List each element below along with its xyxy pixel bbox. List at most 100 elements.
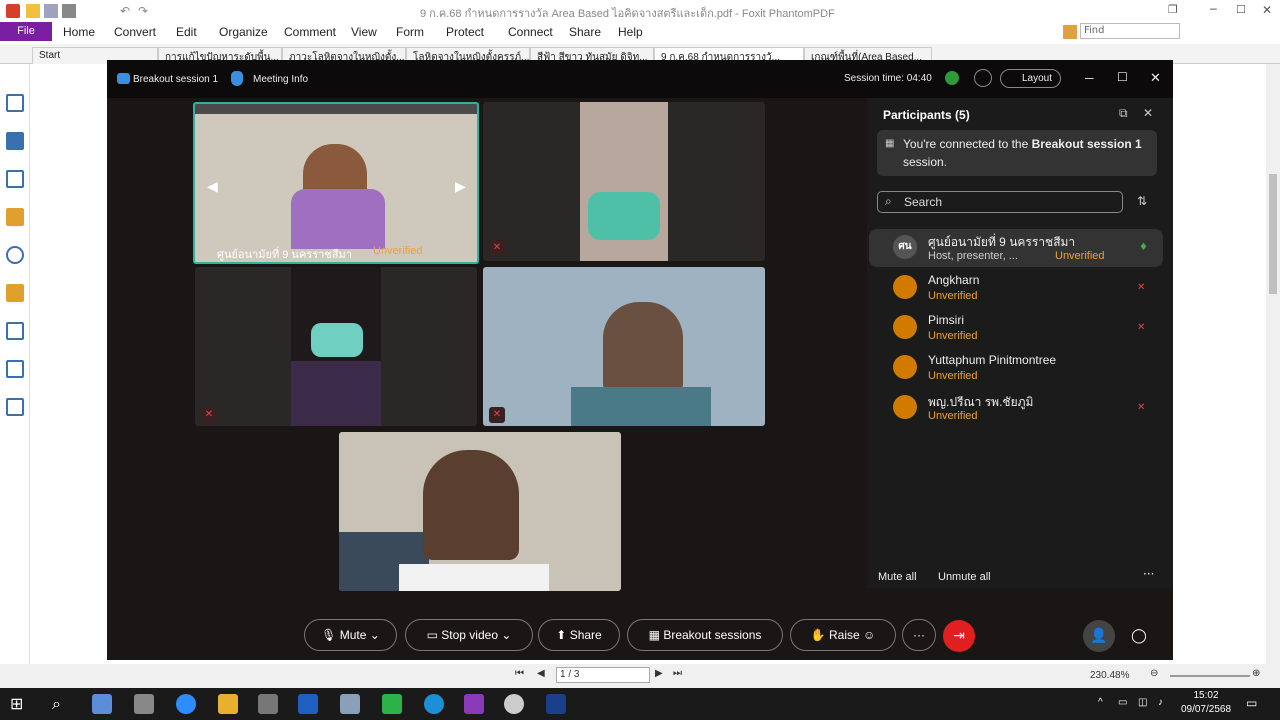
- video-tile-5[interactable]: [339, 432, 621, 591]
- face-mask: [588, 192, 660, 240]
- participant-row[interactable]: Angkharn Unverified ✕: [867, 269, 1163, 307]
- notification-icon[interactable]: ▭: [1246, 696, 1257, 710]
- mic-off-icon: ✕: [489, 407, 505, 423]
- chat-icon[interactable]: ◯: [1123, 620, 1155, 652]
- menu-comment[interactable]: Comment: [284, 25, 336, 39]
- zoom-out-icon[interactable]: ⊖: [1150, 668, 1158, 679]
- pages-icon[interactable]: [6, 132, 24, 150]
- participants-panel: Participants (5) ⧉ ✕ ▦ You're connected …: [867, 98, 1173, 588]
- pdf-app-icon[interactable]: [464, 694, 484, 714]
- zoom-top-bar: Breakout session 1 Meeting Info Session …: [107, 60, 1173, 98]
- document-icon[interactable]: [6, 322, 24, 340]
- leave-icon[interactable]: ⇥: [943, 620, 975, 652]
- first-page-icon[interactable]: ⏮: [515, 668, 524, 679]
- menu-organize[interactable]: Organize: [219, 25, 268, 39]
- find-icon: [1063, 25, 1077, 39]
- zoom-in-icon[interactable]: ⊕: [1252, 668, 1260, 679]
- minimize-icon[interactable]: ─: [1210, 3, 1224, 17]
- menu-share[interactable]: Share: [569, 25, 601, 39]
- find-input[interactable]: Find: [1080, 23, 1180, 39]
- video-tile-host[interactable]: ◀ ▶ ศูนย์อนามัยที่ 9 นครราชสีมา Unverifi…: [193, 102, 479, 264]
- avatar: ศน: [893, 235, 917, 259]
- line-icon[interactable]: [382, 694, 402, 714]
- menu-edit[interactable]: Edit: [176, 25, 197, 39]
- participant-row[interactable]: Yuttaphum Pinitmontree Unverified: [867, 349, 1163, 387]
- maximize-icon[interactable]: ☐: [1117, 70, 1128, 84]
- volume-icon[interactable]: ♪: [1158, 697, 1163, 708]
- participant-status: Unverified: [928, 370, 978, 382]
- prev-arrow-icon[interactable]: ◀: [207, 179, 218, 195]
- save-icon[interactable]: [44, 4, 58, 18]
- webex-icon[interactable]: [298, 694, 318, 714]
- attachment-icon[interactable]: [6, 246, 24, 264]
- participants-icon[interactable]: 👤: [1083, 620, 1115, 652]
- camera-app-icon[interactable]: [134, 694, 154, 714]
- stop-video-button[interactable]: ▭ Stop video ⌄: [405, 619, 533, 651]
- menu-home[interactable]: Home: [63, 25, 95, 39]
- undo-icon[interactable]: ↶: [120, 4, 134, 18]
- scroll-thumb[interactable]: [1269, 174, 1277, 294]
- search-input[interactable]: Search: [877, 191, 1123, 213]
- menu-help[interactable]: Help: [618, 25, 643, 39]
- network-icon: ◫: [1138, 697, 1148, 708]
- share-button[interactable]: ⬆ Share: [538, 619, 620, 651]
- zoom-in-icon[interactable]: [974, 69, 992, 87]
- video-tile-2[interactable]: ✕: [483, 102, 765, 261]
- more-icon[interactable]: ···: [1143, 567, 1154, 581]
- restore-icon[interactable]: ❐: [1168, 3, 1182, 17]
- popout-icon[interactable]: ⧉: [1119, 106, 1128, 121]
- app-icon[interactable]: [504, 694, 524, 714]
- vertical-scrollbar[interactable]: [1266, 64, 1280, 664]
- security-icon[interactable]: [6, 284, 24, 302]
- next-arrow-icon[interactable]: ▶: [455, 179, 466, 195]
- unmute-all-button[interactable]: Unmute all: [938, 571, 991, 583]
- zoom-slider[interactable]: [1170, 675, 1250, 677]
- form-icon[interactable]: [6, 360, 24, 378]
- camera-icon[interactable]: [258, 694, 278, 714]
- print-icon[interactable]: [62, 4, 76, 18]
- mic-off-icon: ✕: [1137, 402, 1146, 413]
- video-tile-3[interactable]: ✕: [195, 267, 477, 426]
- mute-all-button[interactable]: Mute all: [878, 571, 917, 583]
- search-icon[interactable]: ⌕: [52, 694, 61, 714]
- close-icon[interactable]: ✕: [1150, 70, 1161, 86]
- signature-icon[interactable]: [6, 398, 24, 416]
- sort-icon[interactable]: ⇅: [1137, 194, 1147, 208]
- clock-date: 09/07/2568: [1180, 704, 1232, 715]
- notes-icon[interactable]: [340, 694, 360, 714]
- open-icon[interactable]: [26, 4, 40, 18]
- participant-row[interactable]: พญ.ปรีณา รพ.ชัยภูมิ Unverified ✕: [867, 389, 1163, 427]
- menu-view[interactable]: View: [351, 25, 377, 39]
- maximize-icon[interactable]: ☐: [1236, 3, 1250, 17]
- participant-row[interactable]: ศน ศูนย์อนามัยที่ 9 นครราชสีมา Host, pre…: [869, 229, 1163, 267]
- word-icon[interactable]: [546, 694, 566, 714]
- comments-icon[interactable]: [6, 208, 24, 226]
- minimize-icon[interactable]: ─: [1085, 71, 1094, 85]
- close-panel-icon[interactable]: ✕: [1143, 106, 1153, 120]
- participant-row[interactable]: Pimsiri Unverified ✕: [867, 309, 1163, 347]
- windows-start-icon[interactable]: ⊞: [10, 694, 23, 713]
- raise-button[interactable]: ✋ Raise ☺: [790, 619, 896, 651]
- menu-convert[interactable]: Convert: [114, 25, 156, 39]
- edge-icon[interactable]: [424, 694, 444, 714]
- file-explorer-icon[interactable]: [218, 694, 238, 714]
- zoom-app-icon[interactable]: [176, 694, 196, 714]
- last-page-icon[interactable]: ⏭: [673, 668, 682, 679]
- meeting-info-button[interactable]: Meeting Info: [253, 74, 308, 85]
- close-icon[interactable]: ✕: [1262, 3, 1276, 17]
- next-page-icon[interactable]: ▶: [655, 668, 663, 679]
- prev-page-icon[interactable]: ◀: [537, 668, 545, 679]
- file-menu[interactable]: File: [0, 22, 52, 41]
- menu-protect[interactable]: Protect: [446, 25, 484, 39]
- mute-button[interactable]: 🎙 Mute ⌄: [304, 619, 397, 651]
- redo-icon[interactable]: ↷: [138, 4, 152, 18]
- layers-icon[interactable]: [6, 170, 24, 188]
- breakout-sessions-button[interactable]: ▦ Breakout sessions: [627, 619, 783, 651]
- more-button[interactable]: ···: [902, 619, 936, 651]
- menu-connect[interactable]: Connect: [508, 25, 553, 39]
- chevron-up-icon[interactable]: ^: [1098, 697, 1103, 708]
- app-icon[interactable]: [92, 694, 112, 714]
- video-tile-4[interactable]: ✕: [483, 267, 765, 426]
- menu-form[interactable]: Form: [396, 25, 424, 39]
- page-icon[interactable]: [6, 94, 24, 112]
